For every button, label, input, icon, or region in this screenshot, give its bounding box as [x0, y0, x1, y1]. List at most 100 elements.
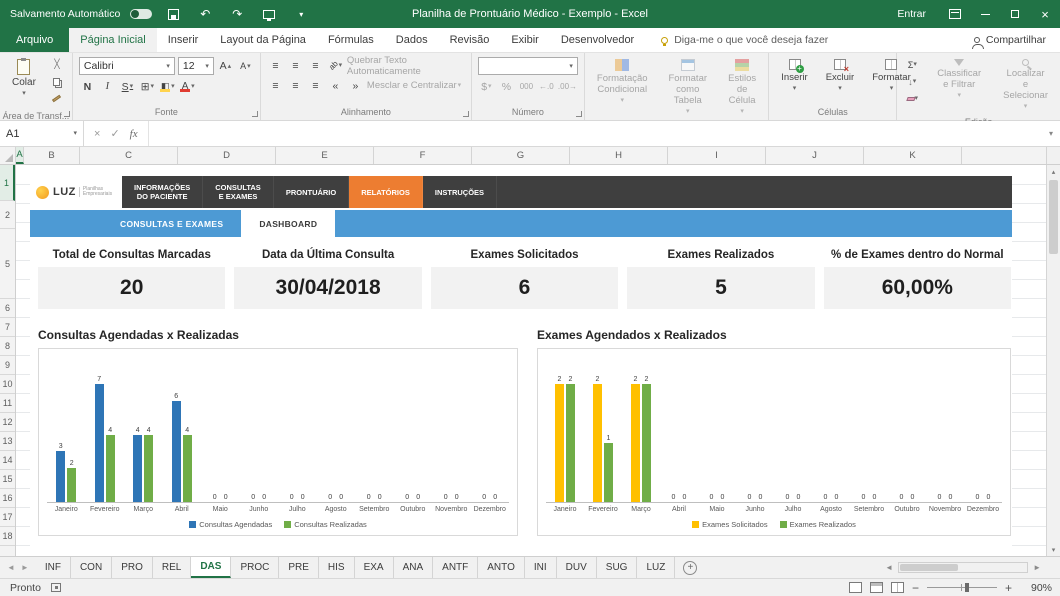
column-header-J[interactable]: J	[766, 147, 864, 164]
row-header-11[interactable]: 11	[0, 394, 15, 413]
align-center-icon[interactable]: ≡	[287, 77, 304, 94]
enter-entry-icon[interactable]: ✓	[110, 127, 119, 140]
number-format-select[interactable]: ▾	[478, 57, 578, 75]
scroll-down-icon[interactable]: ▾	[1047, 543, 1060, 556]
nav-item-1[interactable]: CONSULTAS E EXAMES	[203, 176, 274, 208]
align-bottom-icon[interactable]: ≡	[307, 57, 324, 74]
sheet-tab-rel[interactable]: REL	[153, 557, 191, 578]
formula-input[interactable]	[149, 121, 1042, 146]
sheet-tab-proc[interactable]: PROC	[231, 557, 279, 578]
share-button[interactable]: Compartilhar	[974, 28, 1060, 52]
cut-button[interactable]: ╳	[48, 57, 66, 72]
delete-cells-button[interactable]: × Excluir ▾	[820, 57, 861, 94]
cancel-entry-icon[interactable]: ×	[94, 128, 100, 140]
sort-filter-button[interactable]: Classificar e Filtrar ▾	[931, 57, 987, 101]
column-header-H[interactable]: H	[570, 147, 668, 164]
sheet-tab-inf[interactable]: INF	[36, 557, 71, 578]
zoom-slider[interactable]	[927, 587, 997, 588]
tab-revisao[interactable]: Revisão	[439, 28, 501, 52]
italic-button[interactable]: I	[99, 78, 116, 95]
tab-pagina-inicial[interactable]: Página Inicial	[69, 28, 156, 52]
select-all-corner[interactable]	[0, 147, 16, 164]
ribbon-display-options-icon[interactable]	[940, 0, 970, 28]
shrink-font-button[interactable]: A▾	[237, 58, 254, 75]
sheet-nav-right-icon[interactable]: ►	[21, 563, 29, 572]
horizontal-scrollbar[interactable]: ◄ ►	[882, 557, 1060, 578]
align-right-icon[interactable]: ≡	[307, 77, 324, 94]
column-header-F[interactable]: F	[374, 147, 472, 164]
tab-formulas[interactable]: Fórmulas	[317, 28, 385, 52]
row-header-1[interactable]: 1	[0, 165, 15, 201]
tab-inserir[interactable]: Inserir	[157, 28, 210, 52]
kpi-value[interactable]: 5	[627, 267, 814, 309]
tab-desenvolvedor[interactable]: Desenvolvedor	[550, 28, 645, 52]
hscroll-left-icon[interactable]: ◄	[882, 563, 896, 572]
macro-record-icon[interactable]	[51, 583, 61, 592]
minimize-button[interactable]	[970, 0, 1000, 28]
increase-decimal-button[interactable]: ←.0	[538, 78, 555, 95]
row-header-12[interactable]: 12	[0, 413, 15, 432]
bold-button[interactable]: N	[79, 78, 96, 95]
column-header-G[interactable]: G	[472, 147, 570, 164]
row-header-13[interactable]: 13	[0, 432, 15, 451]
sheet-tab-con[interactable]: CON	[71, 557, 112, 578]
vertical-scroll-thumb[interactable]	[1049, 180, 1058, 254]
row-header-9[interactable]: 9	[0, 356, 15, 375]
tab-arquivo[interactable]: Arquivo	[0, 28, 69, 52]
clear-button[interactable]: ▾	[903, 91, 921, 106]
zoom-slider-thumb[interactable]	[965, 583, 969, 592]
row-header-16[interactable]: 16	[0, 489, 15, 508]
dialog-launcher-icon[interactable]	[463, 111, 469, 117]
align-left-icon[interactable]: ≡	[267, 77, 284, 94]
column-header-B[interactable]: B	[24, 147, 80, 164]
row-header-5[interactable]: 5	[0, 229, 15, 299]
tab-dados[interactable]: Dados	[385, 28, 439, 52]
nav-item-4[interactable]: INSTRUÇÕES	[423, 176, 497, 208]
sheet-tab-anto[interactable]: ANTO	[478, 557, 525, 578]
row-header-2[interactable]: 2	[0, 201, 15, 229]
cell-canvas[interactable]: LUZ Planilhas Empresariais INFORMAÇÕES D…	[16, 165, 1046, 556]
font-name-select[interactable]: Calibri▾	[79, 57, 175, 75]
align-middle-icon[interactable]: ≡	[287, 57, 304, 74]
page-break-view-icon[interactable]	[891, 582, 904, 593]
sheet-nav-left-icon[interactable]: ◄	[7, 563, 15, 572]
insert-cells-button[interactable]: + Inserir ▾	[775, 57, 813, 94]
hscroll-right-icon[interactable]: ►	[1030, 563, 1044, 572]
font-color-button[interactable]: A▾	[179, 78, 196, 95]
name-box[interactable]: A1 ▾	[0, 121, 84, 146]
sheet-tab-ana[interactable]: ANA	[394, 557, 434, 578]
insert-function-icon[interactable]: fx	[130, 128, 138, 140]
row-header-18[interactable]: 18	[0, 527, 15, 546]
autosum-button[interactable]: Σ▾	[903, 57, 921, 72]
align-top-icon[interactable]: ≡	[267, 57, 284, 74]
row-header-6[interactable]: 6	[0, 299, 15, 318]
comma-style-button[interactable]: 000	[518, 78, 535, 95]
increase-indent-icon[interactable]: »	[347, 77, 364, 94]
horizontal-scroll-thumb[interactable]	[900, 564, 958, 571]
underline-button[interactable]: S▾	[119, 78, 136, 95]
vertical-scrollbar[interactable]: ▴ ▾	[1046, 165, 1060, 556]
chart-exames[interactable]: Exames Agendados x Realizados 2221220000…	[537, 328, 1011, 536]
column-header-D[interactable]: D	[178, 147, 276, 164]
borders-button[interactable]: ⊞▾	[139, 78, 156, 95]
qat-customize-chevron[interactable]: ▾	[290, 4, 312, 24]
zoom-in-button[interactable]: +	[1005, 581, 1012, 595]
zoom-out-button[interactable]: −	[912, 581, 919, 595]
sheet-tab-luz[interactable]: LUZ	[637, 557, 675, 578]
column-header-K[interactable]: K	[864, 147, 962, 164]
chart-consultas[interactable]: Consultas Agendadas x Realizadas 3274446…	[38, 328, 518, 536]
find-select-button[interactable]: Localizar e Selecionar ▾	[997, 57, 1054, 112]
column-header-I[interactable]: I	[668, 147, 766, 164]
column-header-C[interactable]: C	[80, 147, 178, 164]
row-header-15[interactable]: 15	[0, 470, 15, 489]
merge-center-button[interactable]: Mesclar e Centralizar▾	[367, 77, 461, 94]
undo-icon[interactable]: ↶	[194, 4, 216, 24]
row-header-7[interactable]: 7	[0, 318, 15, 337]
conditional-formatting-button[interactable]: Formatação Condicional ▾	[591, 57, 654, 106]
formula-bar-expand-icon[interactable]: ▾	[1042, 121, 1060, 146]
nav-item-2[interactable]: PRONTUÁRIO	[274, 176, 349, 208]
row-header-8[interactable]: 8	[0, 337, 15, 356]
kpi-value[interactable]: 30/04/2018	[234, 267, 421, 309]
kpi-value[interactable]: 20	[38, 267, 225, 309]
autosave-toggle[interactable]	[130, 9, 152, 19]
